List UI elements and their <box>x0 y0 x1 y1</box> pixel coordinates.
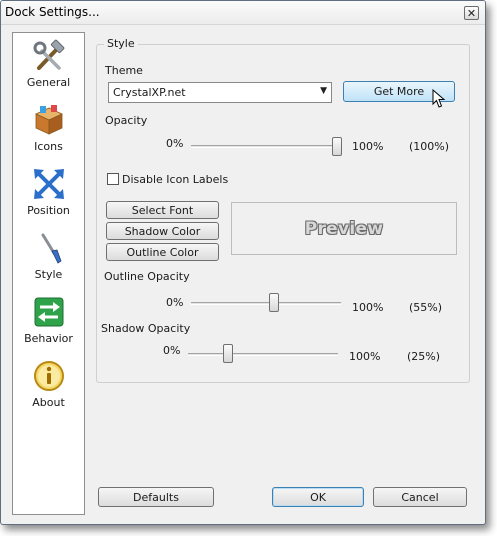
chevron-down-icon: ▼ <box>320 86 327 96</box>
shadow-opacity-slider-thumb[interactable] <box>223 344 233 363</box>
opacity-slider-thumb[interactable] <box>332 137 342 156</box>
window-title: Dock Settings... <box>5 5 100 19</box>
settings-sidebar: General Icons Position Style Behavior Ab… <box>12 32 85 515</box>
outline-opacity-value: (55%) <box>409 301 443 314</box>
shadow-opacity-slider-track[interactable] <box>188 353 338 356</box>
outline-opacity-slider-track[interactable] <box>191 302 341 305</box>
title-bar[interactable]: Dock Settings... ✕ <box>1 1 485 25</box>
disable-icon-labels-label[interactable]: Disable Icon Labels <box>122 173 228 186</box>
sidebar-item-label: Icons <box>34 140 63 153</box>
info-icon <box>33 361 64 391</box>
outline-max-label: 100% <box>352 301 384 314</box>
tools-icon <box>33 39 64 70</box>
sidebar-item-style[interactable]: Style <box>13 227 84 289</box>
sidebar-item-about[interactable]: About <box>13 355 84 417</box>
outline-color-button[interactable]: Outline Color <box>106 243 219 261</box>
sidebar-item-position[interactable]: Position <box>13 163 84 225</box>
ok-button[interactable]: OK <box>272 487 364 507</box>
shadow-opacity-value: (25%) <box>407 350 441 363</box>
theme-label: Theme <box>105 64 143 77</box>
sidebar-item-label: Behavior <box>24 332 73 345</box>
sidebar-item-icons[interactable]: Icons <box>13 99 84 161</box>
style-group-title: Style <box>104 37 138 50</box>
close-button[interactable]: ✕ <box>464 6 479 20</box>
opacity-slider-track[interactable] <box>191 145 341 148</box>
cancel-button[interactable]: Cancel <box>373 487 467 507</box>
move-arrows-icon <box>33 169 64 199</box>
shadow-max-label: 100% <box>349 350 381 363</box>
opacity-max-label: 100% <box>352 140 384 153</box>
outline-opacity-label: Outline Opacity <box>104 270 190 283</box>
theme-select[interactable]: CrystalXP.net ▼ <box>108 82 332 103</box>
mouse-pointer-icon <box>432 89 446 108</box>
sidebar-item-label: About <box>32 396 65 409</box>
sidebar-item-behavior[interactable]: Behavior <box>13 291 84 353</box>
defaults-button[interactable]: Defaults <box>98 487 214 507</box>
close-icon: ✕ <box>466 6 477 20</box>
shadow-color-button[interactable]: Shadow Color <box>106 222 219 240</box>
outline-opacity-slider-thumb[interactable] <box>269 293 279 312</box>
opacity-min-label: 0% <box>166 137 184 150</box>
paintbrush-icon <box>41 233 61 264</box>
dock-settings-window: Dock Settings... ✕ General Icons Positio… <box>0 0 486 525</box>
exchange-arrows-icon <box>34 297 63 327</box>
shadow-opacity-label: Shadow Opacity <box>101 322 191 335</box>
opacity-label: Opacity <box>105 114 148 127</box>
opacity-value: (100%) <box>409 140 450 153</box>
select-font-button[interactable]: Select Font <box>106 201 219 219</box>
theme-value: CrystalXP.net <box>113 86 186 99</box>
disable-icon-labels-checkbox[interactable] <box>107 173 119 185</box>
shadow-min-label: 0% <box>163 344 181 357</box>
sidebar-item-label: Style <box>34 268 63 281</box>
outline-min-label: 0% <box>166 296 184 309</box>
preview-text: Preview <box>304 218 384 239</box>
sidebar-item-label: Position <box>27 204 70 217</box>
box-icon <box>34 105 63 135</box>
sidebar-item-general[interactable]: General <box>13 35 84 97</box>
sidebar-item-label: General <box>26 76 71 89</box>
preview-box: Preview <box>231 202 457 255</box>
